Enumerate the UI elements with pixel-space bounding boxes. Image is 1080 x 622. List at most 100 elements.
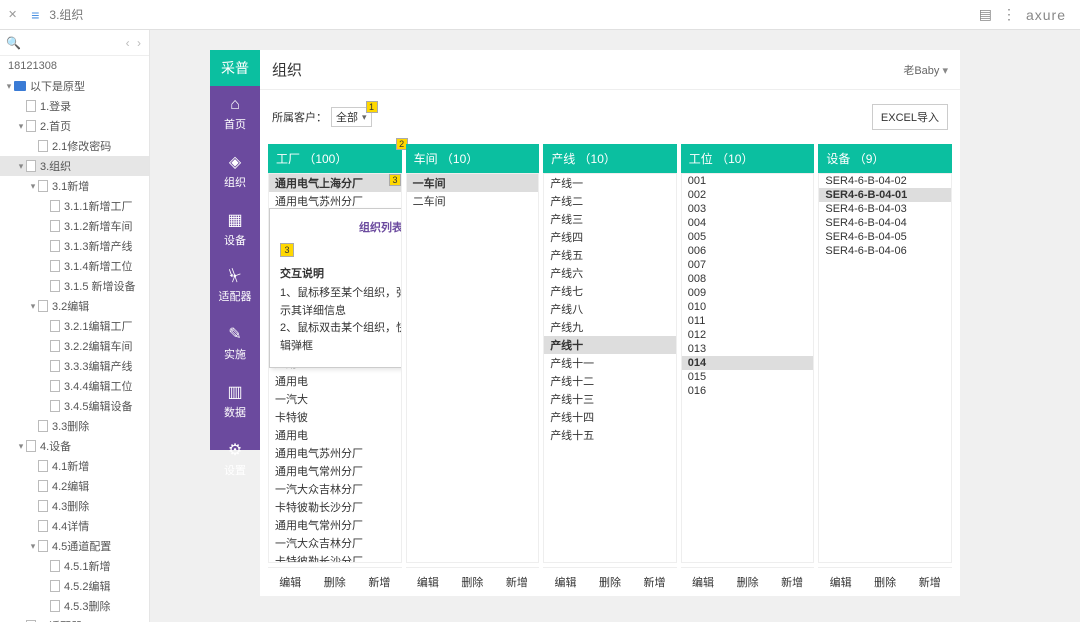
list-item[interactable]: 通用电 (269, 426, 401, 444)
list-item[interactable]: 产线一 (544, 174, 676, 192)
search-icon[interactable]: 🔍 (6, 36, 21, 50)
list-item[interactable]: 013 (682, 342, 814, 356)
delete-button[interactable]: 删除 (461, 574, 483, 590)
list-item[interactable]: 通用电气苏州分厂 (269, 444, 401, 462)
list-item[interactable]: 卡特彼勒长沙分厂 (269, 552, 401, 563)
list-item[interactable]: 产线六 (544, 264, 676, 282)
list-item[interactable]: 010 (682, 300, 814, 314)
tree-item[interactable]: ▾2.首页 (0, 116, 149, 136)
tree-item[interactable]: 4.3删除 (0, 496, 149, 516)
sidebar-item-设置[interactable]: ⚙设置 (219, 430, 252, 488)
list-item[interactable]: 通用电气常州分厂 (269, 462, 401, 480)
annotation-3[interactable]: 3 (389, 174, 401, 186)
tree-item[interactable]: 4.1新增 (0, 456, 149, 476)
list-item[interactable]: SER4-6-B-04-02 (819, 174, 951, 188)
edit-button[interactable]: 编辑 (554, 574, 576, 590)
tree-item[interactable]: 3.2.1编辑工厂 (0, 316, 149, 336)
column-list[interactable]: SER4-6-B-04-02SER4-6-B-04-01SER4-6-B-04-… (818, 173, 952, 563)
excel-import-button[interactable]: EXCEL导入 (872, 104, 948, 130)
delete-button[interactable]: 删除 (874, 574, 896, 590)
tree-item[interactable]: 3.3.3编辑产线 (0, 356, 149, 376)
list-item[interactable]: 002 (682, 188, 814, 202)
tree-item[interactable]: 3.1.4新增工位 (0, 256, 149, 276)
annotation-1[interactable]: 1 (366, 101, 378, 113)
list-item[interactable]: 产线三 (544, 210, 676, 228)
tree-item[interactable]: 3.4.5编辑设备 (0, 396, 149, 416)
tree-item[interactable]: 3.1.5 新增设备 (0, 276, 149, 296)
list-item[interactable]: 产线八 (544, 300, 676, 318)
delete-button[interactable]: 删除 (737, 574, 759, 590)
sidebar-item-数据[interactable]: ▥数据 (219, 372, 252, 430)
tree-item[interactable]: ▾4.5通道配置 (0, 536, 149, 556)
edit-button[interactable]: 编辑 (279, 574, 301, 590)
tree-item[interactable]: 2.1修改密码 (0, 136, 149, 156)
sidebar-item-组织[interactable]: ◈组织 (219, 142, 252, 200)
list-item[interactable]: 通用电气上海分厂 (269, 174, 401, 192)
tree-item[interactable]: 4.5.3删除 (0, 596, 149, 616)
list-item[interactable]: SER4-6-B-04-01 (819, 188, 951, 202)
list-item[interactable]: SER4-6-B-04-05 (819, 230, 951, 244)
list-item[interactable]: 产线五 (544, 246, 676, 264)
list-item[interactable]: 产线九 (544, 318, 676, 336)
list-item[interactable]: 通用电气常州分厂 (269, 516, 401, 534)
list-item[interactable]: 005 (682, 230, 814, 244)
list-item[interactable]: SER4-6-B-04-06 (819, 244, 951, 258)
tree-item[interactable]: 3.2.2编辑车间 (0, 336, 149, 356)
sidebar-item-设备[interactable]: ▦设备 (219, 200, 252, 258)
list-item[interactable]: 016 (682, 384, 814, 398)
list-item[interactable]: SER4-6-B-04-04 (819, 216, 951, 230)
sidebar-item-实施[interactable]: ✎实施 (219, 314, 252, 372)
tree-item[interactable]: 4.5.1新增 (0, 556, 149, 576)
add-button[interactable]: 新增 (368, 574, 390, 590)
tree-item[interactable]: 4.5.2编辑 (0, 576, 149, 596)
list-item[interactable]: 015 (682, 370, 814, 384)
list-item[interactable]: 011 (682, 314, 814, 328)
list-item[interactable]: 006 (682, 244, 814, 258)
tree-item[interactable]: 3.1.3新增产线 (0, 236, 149, 256)
tree-item[interactable]: 1.登录 (0, 96, 149, 116)
list-item[interactable]: 产线十 (544, 336, 676, 354)
list-item[interactable]: 一汽大众吉林分厂 (269, 534, 401, 552)
notes-icon[interactable]: ▤ (979, 6, 992, 23)
add-button[interactable]: 新增 (506, 574, 528, 590)
list-item[interactable]: 产线十四 (544, 408, 676, 426)
tree-item[interactable]: 4.2编辑 (0, 476, 149, 496)
list-item[interactable]: 二车间 (407, 192, 539, 210)
column-list[interactable]: 0010020030040050060070080090100110120130… (681, 173, 815, 563)
sidebar-item-首页[interactable]: ⌂首页 (219, 86, 252, 142)
prev-page-icon[interactable]: ‹ (124, 36, 132, 50)
list-item[interactable]: 008 (682, 272, 814, 286)
list-item[interactable]: 一车间 (407, 174, 539, 192)
list-item[interactable]: 012 (682, 328, 814, 342)
list-item[interactable]: 001 (682, 174, 814, 188)
tree-item[interactable]: 3.3删除 (0, 416, 149, 436)
column-list[interactable]: 产线一产线二产线三产线四产线五产线六产线七产线八产线九产线十产线十一产线十二产线… (543, 173, 677, 563)
tree-item[interactable]: ▾3.组织 (0, 156, 149, 176)
more-icon[interactable]: ⋮ (1002, 6, 1016, 23)
list-item[interactable]: 产线十五 (544, 426, 676, 444)
column-list[interactable]: 通用电气上海分厂通用电气苏州分厂通用电一汽大卡特彼通用电通用电一汽大卡特彼通用电… (268, 173, 402, 563)
delete-button[interactable]: 删除 (324, 574, 346, 590)
tree-item[interactable]: 4.4详情 (0, 516, 149, 536)
tree-item[interactable]: ▾以下是原型 (0, 76, 149, 96)
edit-button[interactable]: 编辑 (830, 574, 852, 590)
delete-button[interactable]: 删除 (599, 574, 621, 590)
list-item[interactable]: 产线十一 (544, 354, 676, 372)
list-item[interactable]: 产线七 (544, 282, 676, 300)
user-menu[interactable]: 老Baby (903, 62, 948, 78)
tree-item[interactable]: ▾3.2编辑 (0, 296, 149, 316)
list-item[interactable]: 003 (682, 202, 814, 216)
list-item[interactable]: SER4-6-B-04-03 (819, 202, 951, 216)
list-item[interactable]: 014 (682, 356, 814, 370)
edit-button[interactable]: 编辑 (692, 574, 714, 590)
tree-item[interactable]: 3.4.4编辑工位 (0, 376, 149, 396)
tree-item[interactable]: 3.1.1新增工厂 (0, 196, 149, 216)
tree-item[interactable]: 3.1.2新增车间 (0, 216, 149, 236)
edit-button[interactable]: 编辑 (417, 574, 439, 590)
list-item[interactable]: 产线二 (544, 192, 676, 210)
list-item[interactable]: 007 (682, 258, 814, 272)
hamburger-icon[interactable]: ≡ (27, 7, 43, 23)
next-page-icon[interactable]: › (135, 36, 143, 50)
add-button[interactable]: 新增 (781, 574, 803, 590)
list-item[interactable]: 产线十三 (544, 390, 676, 408)
